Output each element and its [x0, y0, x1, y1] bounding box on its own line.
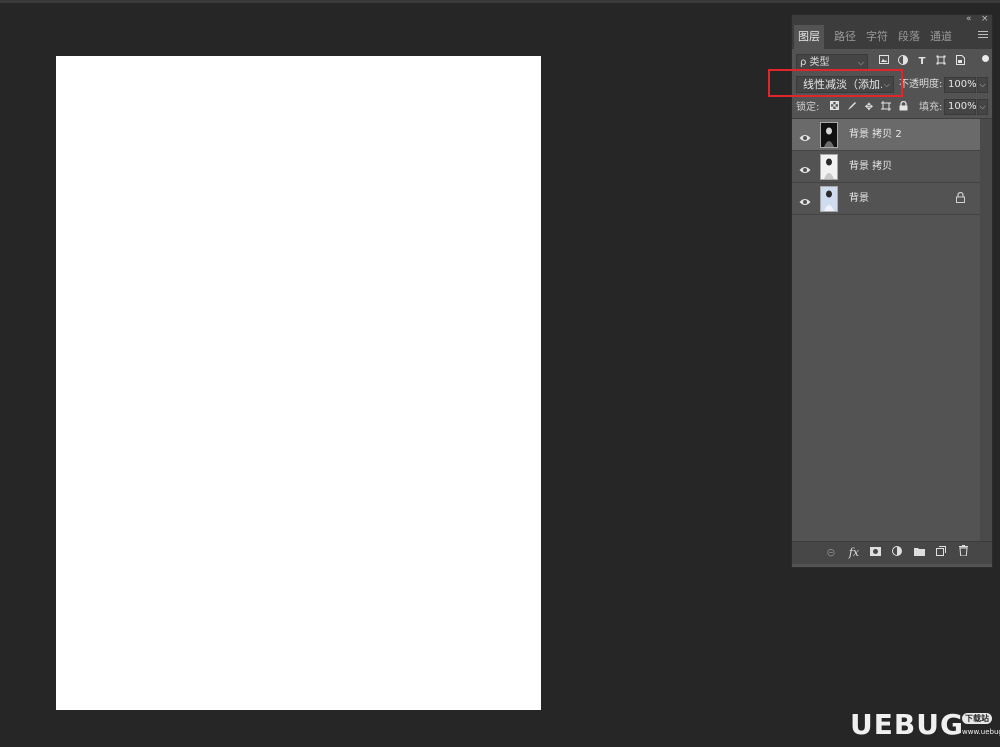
image-filter-icon[interactable]	[877, 55, 891, 69]
layer-thumbnail	[820, 154, 838, 180]
adjustment-layer-icon[interactable]	[889, 545, 905, 561]
layer-thumbnail	[820, 122, 838, 148]
collapse-panel-icon[interactable]: «	[966, 14, 972, 25]
tab-paragraph[interactable]: 段落	[894, 25, 924, 49]
type-filter-icon[interactable]: T	[915, 55, 929, 69]
document-canvas[interactable]	[56, 56, 541, 710]
add-mask-icon[interactable]	[867, 545, 883, 561]
delete-layer-trash-icon[interactable]	[955, 545, 971, 561]
tab-layers[interactable]: 图层	[794, 25, 824, 49]
filter-toggle-switch[interactable]	[982, 55, 989, 62]
shape-filter-icon[interactable]	[934, 55, 948, 69]
new-layer-icon[interactable]	[933, 545, 949, 561]
visibility-eye-icon[interactable]	[799, 193, 811, 205]
new-group-folder-icon[interactable]	[911, 545, 927, 561]
watermark-url: www.uebug.com	[962, 728, 1000, 736]
lock-transparent-pixels-icon[interactable]	[828, 101, 840, 115]
layer-thumbnail	[820, 186, 838, 212]
lock-image-pixels-icon[interactable]	[846, 101, 858, 115]
layer-filter-select[interactable]: ρ 类型 ⌵	[796, 54, 868, 70]
link-layers-icon[interactable]: ⊝	[823, 545, 839, 561]
fill-input[interactable]: 100%	[944, 99, 977, 115]
panel-menu-icon[interactable]	[978, 31, 988, 41]
layers-bottom-toolbar: ⊝ fx	[792, 541, 992, 564]
fx-effects-icon[interactable]: fx	[846, 545, 862, 561]
layer-row[interactable]: 背景 拷贝 2	[792, 119, 980, 151]
tab-paths[interactable]: 路径	[830, 25, 860, 49]
opacity-dropdown-icon[interactable]: ⌵	[977, 77, 988, 93]
watermark-badge: 下载站	[962, 713, 992, 724]
tab-character[interactable]: 字符	[862, 25, 892, 49]
fill-label: 填充:	[919, 102, 943, 113]
layer-name: 背景 拷贝 2	[849, 129, 902, 140]
layer-row[interactable]: 背景 拷贝	[792, 151, 980, 183]
layer-name: 背景 拷贝	[849, 161, 893, 172]
lock-label: 锁定:	[796, 102, 820, 113]
close-panel-icon[interactable]: ×	[981, 14, 989, 25]
watermark-logo: UEBUG	[850, 708, 964, 741]
lock-artboard-icon[interactable]	[880, 101, 892, 115]
layer-lock-icon[interactable]	[956, 191, 965, 206]
visibility-eye-icon[interactable]	[799, 161, 811, 173]
tab-channels[interactable]: 通道	[926, 25, 956, 49]
blend-mode-highlight-box	[768, 69, 903, 97]
filter-select-label: ρ 类型	[800, 57, 830, 68]
opacity-label: 不透明度:	[899, 79, 943, 90]
visibility-eye-icon[interactable]	[799, 129, 811, 141]
lock-position-icon[interactable]: ✥	[863, 101, 875, 115]
layers-scrollbar[interactable]	[980, 119, 992, 541]
smart-object-filter-icon[interactable]	[953, 55, 967, 69]
adjustment-filter-icon[interactable]	[896, 55, 910, 69]
layer-name: 背景	[849, 193, 869, 204]
panel-tab-bar: 图层 路径 字符 段落 通道	[792, 25, 992, 49]
top-edge	[0, 0, 1000, 3]
panel-title-bar: « ×	[792, 14, 992, 25]
fill-dropdown-icon[interactable]: ⌵	[977, 99, 988, 115]
layers-panel: « × 图层 路径 字符 段落 通道 ρ 类型 ⌵ T 线性减淡（添加... ⌵…	[791, 14, 993, 568]
lock-all-icon[interactable]	[897, 100, 909, 115]
opacity-input[interactable]: 100%	[944, 77, 977, 93]
layer-row[interactable]: 背景	[792, 183, 980, 215]
